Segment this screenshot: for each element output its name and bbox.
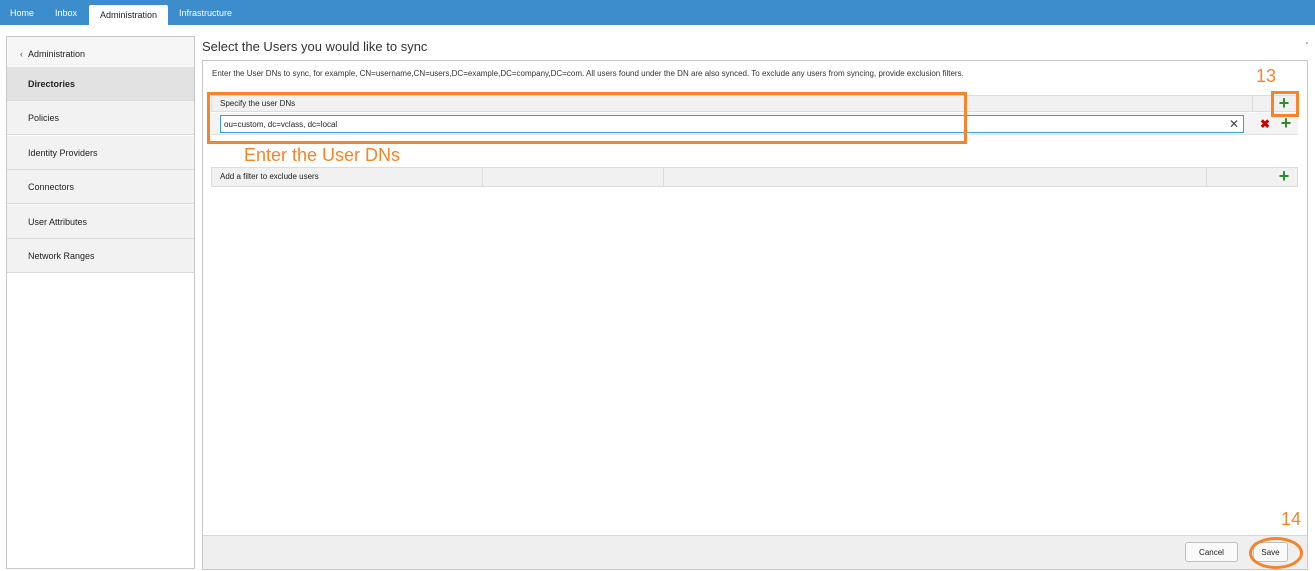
annotation-enter-dns-label: Enter the User DNs — [244, 145, 401, 165]
tab-inbox[interactable]: Inbox — [55, 0, 77, 25]
instructions-text: Enter the User DNs to sync, for example,… — [212, 69, 964, 78]
tab-home[interactable]: Home — [10, 0, 34, 25]
sidebar-item-label: User Attributes — [28, 217, 88, 227]
tab-administration[interactable]: Administration — [89, 5, 169, 25]
annotation-dn-highlight — [207, 92, 967, 144]
sidebar-item-administration[interactable]: ‹ Administration — [7, 37, 194, 71]
sidebar-item-user-attributes[interactable]: User Attributes — [7, 205, 194, 239]
sidebar-item-label: Connectors — [28, 182, 75, 192]
sidebar-item-identity-providers[interactable]: Identity Providers — [7, 136, 194, 170]
add-filter-plus-icon[interactable]: + — [1276, 167, 1292, 185]
title-tick-mark: ' — [1306, 41, 1308, 52]
exclude-filter-label: Add a filter to exclude users — [220, 172, 319, 181]
exclude-filter-row — [211, 167, 1298, 187]
sidebar-item-label: Directories — [28, 79, 76, 89]
clear-input-icon[interactable]: ✕ — [1227, 116, 1241, 132]
sidebar-item-label: Policies — [28, 113, 60, 123]
annotation-save-highlight — [1249, 537, 1303, 569]
sidebar: ‹ Administration Directories Policies Id… — [6, 36, 195, 569]
annotation-step-13: 13 — [1256, 66, 1277, 86]
page-title: Select the Users you would like to sync — [202, 39, 428, 54]
annotation-step-14: 14 — [1281, 509, 1302, 529]
annotation-plus-highlight — [1271, 91, 1299, 117]
sidebar-item-directories[interactable]: Directories — [7, 67, 194, 101]
filter-divider — [1206, 167, 1207, 187]
sidebar-item-label: Identity Providers — [28, 148, 98, 158]
cancel-button[interactable]: Cancel — [1185, 542, 1238, 562]
delete-row-icon[interactable]: ✖ — [1258, 116, 1272, 132]
filter-divider — [663, 167, 664, 187]
filter-divider — [482, 167, 483, 187]
sidebar-item-connectors[interactable]: Connectors — [7, 170, 194, 204]
footer-bar — [203, 535, 1307, 569]
sidebar-item-network-ranges[interactable]: Network Ranges — [7, 239, 194, 273]
top-nav-bar: Home Inbox Administration Infrastructure — [0, 0, 1315, 25]
sidebar-item-label: Network Ranges — [28, 251, 95, 261]
sidebar-item-policies[interactable]: Policies — [7, 101, 194, 135]
add-row-plus-icon[interactable]: + — [1278, 114, 1294, 132]
header-divider — [1252, 95, 1253, 112]
sidebar-item-label: Administration — [28, 49, 86, 59]
tab-infrastructure[interactable]: Infrastructure — [179, 0, 232, 25]
back-chevron-icon: ‹ — [20, 49, 23, 59]
